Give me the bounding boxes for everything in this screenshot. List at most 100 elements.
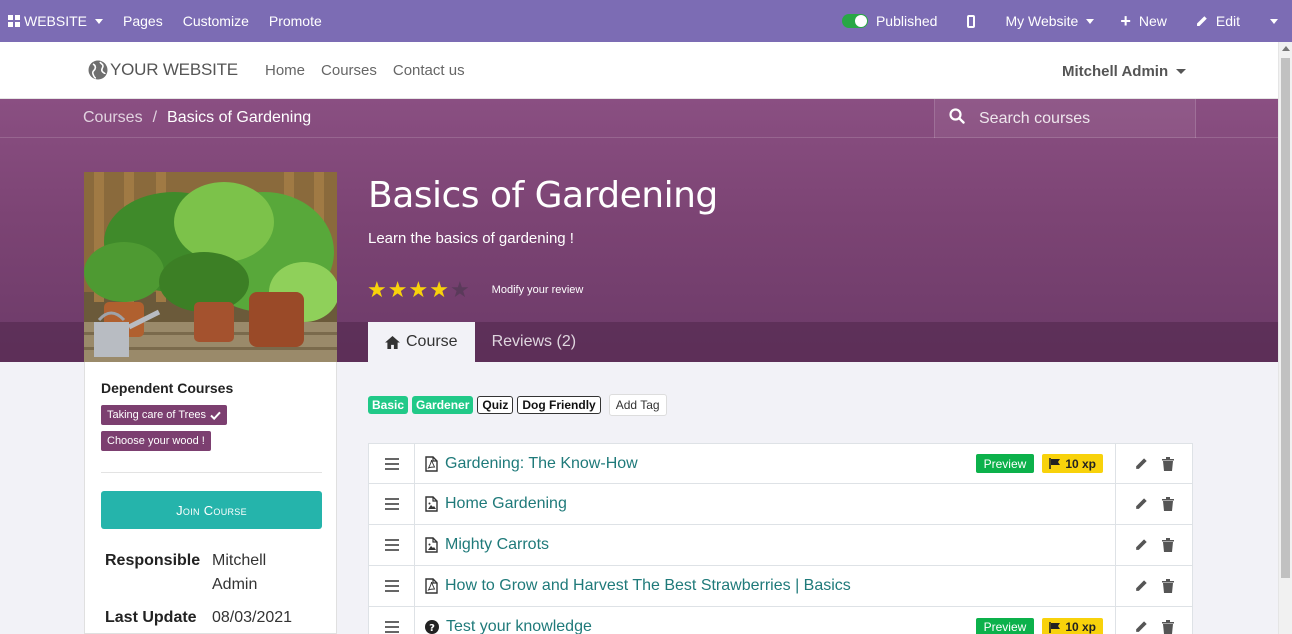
content-title: Gardening: The Know-How [445,454,638,472]
trash-icon[interactable] [1162,579,1174,593]
pages-menu[interactable]: Pages [113,0,173,42]
tag-gardener[interactable]: Gardener [412,396,474,414]
mobile-preview-button[interactable] [947,0,995,42]
xp-badge: 10 xp [1042,454,1103,473]
xp-label: 10 xp [1065,620,1096,634]
content-title: Home Gardening [445,495,567,512]
promote-menu[interactable]: Promote [259,0,332,42]
tab-course[interactable]: Course [368,322,475,362]
pencil-icon[interactable] [1134,457,1148,471]
nav-link-home[interactable]: Home [257,62,313,79]
trash-icon[interactable] [1162,456,1174,471]
responsible-value-line: Mitchell [212,552,267,569]
breadcrumb-separator: / [152,109,158,126]
scroll-up-arrow-icon[interactable] [1282,46,1290,51]
row-actions [1115,444,1192,483]
logo-text: YOUR WEBSITE [110,60,238,79]
content-badges: Preview 10 xp [975,617,1103,634]
dependent-course-label: Choose your wood ! [107,435,205,447]
trash-icon[interactable] [1162,620,1174,634]
search-icon[interactable] [949,108,965,129]
star-filled-icon: ★ [429,277,449,302]
check-icon [210,411,221,420]
content-link[interactable]: Home Gardening [415,484,1115,524]
caret-down-icon [1176,69,1187,74]
course-tabs: Course Reviews (2) [368,322,593,362]
divider [101,472,322,473]
modify-review-link[interactable]: Modify your review [492,284,584,296]
xp-label: 10 xp [1065,456,1096,471]
rating-stars: ★ ★ ★ ★ ★ Modify your review [367,279,583,301]
content-link[interactable]: ? Test your knowledge [415,607,976,634]
dependent-course-badge[interactable]: Taking care of Trees [101,405,228,425]
more-menu[interactable] [1252,0,1292,42]
row-actions [1115,566,1192,606]
tag-basic[interactable]: Basic [368,396,409,414]
breadcrumb-courses[interactable]: Courses [83,109,143,127]
site-navbar: YOUR WEBSITE Home Courses Contact us Mit… [0,42,1278,99]
flag-icon [1049,458,1061,469]
table-row: Gardening: The Know-How Preview 10 xp [368,443,1193,484]
drag-handle-icon [384,577,399,595]
tab-reviews-label: Reviews (2) [491,333,577,350]
breadcrumb: Courses / Basics of Gardening [83,109,311,127]
published-toggle[interactable]: Published [832,0,948,42]
search-input[interactable] [979,109,1179,128]
drag-handle[interactable] [369,566,415,606]
add-tag-button[interactable]: Add Tag [608,394,667,416]
preview-badge: Preview [975,454,1035,473]
trash-icon[interactable] [1162,497,1174,511]
tab-reviews[interactable]: Reviews (2) [475,322,593,362]
scroll-thumb[interactable] [1281,58,1290,578]
content-link[interactable]: How to Grow and Harvest The Best Strawbe… [415,566,1115,606]
join-course-button[interactable]: Join Course [101,491,322,529]
drag-handle[interactable] [369,525,415,565]
course-content-list: Gardening: The Know-How Preview 10 xp Ho… [368,443,1193,634]
responsible-label: Responsible [105,552,201,569]
edit-button[interactable]: Edit [1183,0,1252,42]
website-editor-bar: WEBSITE Pages Customize Promote Publishe… [0,0,1292,42]
tag-dog-friendly[interactable]: Dog Friendly [517,396,601,414]
my-website-menu[interactable]: My Website [995,0,1104,42]
dependent-course-badge[interactable]: Choose your wood ! [101,431,211,451]
content-badges: Preview 10 xp [975,454,1103,473]
preview-badge: Preview [975,617,1035,634]
home-icon [385,335,400,349]
content-link[interactable]: Mighty Carrots [415,525,1115,565]
trash-icon[interactable] [1162,538,1174,552]
user-menu[interactable]: Mitchell Admin [1062,63,1187,80]
table-row: Home Gardening [368,484,1193,525]
new-label: New [1138,13,1167,29]
site-logo[interactable]: YOUR WEBSITE [88,60,238,80]
website-menu[interactable]: WEBSITE [0,0,113,42]
drag-handle-icon [384,455,399,473]
drag-handle[interactable] [369,484,415,524]
tab-course-label: Course [406,333,458,350]
published-label: Published [875,13,938,29]
nav-link-courses[interactable]: Courses [313,62,385,79]
dependent-courses-title: Dependent Courses [101,380,234,396]
table-row: Mighty Carrots [368,525,1193,566]
website-menu-label: WEBSITE [24,13,88,29]
customize-menu[interactable]: Customize [173,0,259,42]
table-row: How to Grow and Harvest The Best Strawbe… [368,566,1193,607]
star-filled-icon: ★ [367,277,387,302]
pencil-icon [1195,15,1208,28]
globe-icon [88,60,108,80]
content-link[interactable]: Gardening: The Know-How [415,444,976,483]
drag-handle[interactable] [369,607,415,634]
page-scrollbar[interactable] [1278,42,1292,634]
drag-handle-icon [384,495,399,513]
nav-link-contact[interactable]: Contact us [385,62,473,79]
xp-badge: 10 xp [1042,617,1103,634]
pencil-icon[interactable] [1134,497,1148,511]
responsible-value-line: Admin [212,576,258,593]
grid-icon [8,15,20,27]
drag-handle[interactable] [369,444,415,483]
pencil-icon[interactable] [1134,620,1148,634]
tag-quiz[interactable]: Quiz [477,396,514,414]
image-icon [425,496,438,512]
pencil-icon[interactable] [1134,579,1148,593]
new-button[interactable]: + New [1104,0,1183,42]
pencil-icon[interactable] [1134,538,1148,552]
